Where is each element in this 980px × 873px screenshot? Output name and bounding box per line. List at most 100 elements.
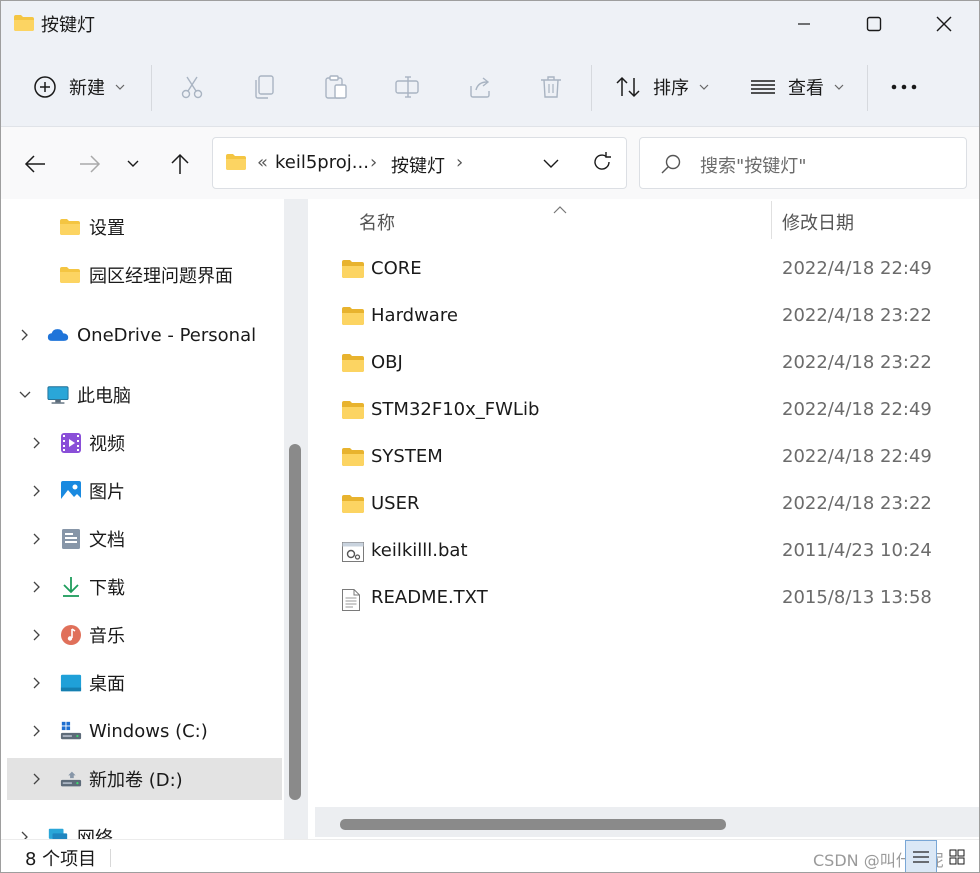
chevron-right-icon[interactable]	[29, 579, 45, 595]
nav-item-settings-folder[interactable]: 设置	[7, 206, 282, 248]
minimize-button[interactable]	[769, 1, 839, 47]
breadcrumb-item[interactable]: keil5proj...	[275, 152, 369, 173]
content-scrollbar[interactable]	[315, 807, 979, 837]
recent-locations-button[interactable]	[116, 147, 150, 181]
nav-item-videos[interactable]: 视频	[7, 422, 282, 464]
close-icon	[936, 16, 952, 32]
nav-item-documents[interactable]: 文档	[7, 518, 282, 560]
nav-label: 文档	[89, 530, 125, 551]
cut-button[interactable]	[179, 69, 205, 105]
back-button[interactable]	[18, 147, 52, 181]
chevron-down-icon[interactable]	[17, 387, 33, 403]
chevron-down-icon	[834, 84, 844, 90]
nav-item-downloads[interactable]: 下载	[7, 566, 282, 608]
network-icon	[47, 826, 69, 839]
address-bar[interactable]: « keil5proj... › 按键灯 ›	[212, 137, 627, 189]
file-row-obj[interactable]: OBJ 2022/4/18 23:22	[315, 341, 979, 388]
nav-scrollbar-thumb[interactable]	[289, 444, 301, 800]
chevron-right-icon[interactable]	[29, 627, 45, 643]
nav-item-drive-c[interactable]: Windows (C:)	[7, 710, 282, 752]
refresh-button[interactable]	[591, 151, 613, 178]
cut-icon	[181, 76, 203, 99]
file-row-hardware[interactable]: Hardware 2022/4/18 23:22	[315, 294, 979, 341]
more-options-button[interactable]	[889, 69, 919, 105]
more-icon	[891, 84, 917, 90]
paste-button[interactable]	[323, 69, 349, 105]
chevron-right-icon[interactable]	[29, 435, 45, 451]
nav-item-desktop[interactable]: 桌面	[7, 662, 282, 704]
file-row-user[interactable]: USER 2022/4/18 23:22	[315, 482, 979, 529]
nav-item-this-pc[interactable]: 此电脑	[7, 374, 282, 416]
drive-c-icon	[60, 720, 82, 742]
file-row-core[interactable]: CORE 2022/4/18 22:49	[315, 247, 979, 294]
nav-item-music[interactable]: 音乐	[7, 614, 282, 656]
file-row-keilkilll-bat[interactable]: keilkilll.bat 2011/4/23 10:24	[315, 529, 979, 576]
nav-item-drive-d[interactable]: 新加卷 (D:)	[7, 758, 282, 800]
maximize-button[interactable]	[839, 1, 909, 47]
refresh-icon	[594, 152, 611, 170]
copy-icon	[255, 75, 274, 99]
chevron-right-icon[interactable]	[29, 771, 45, 787]
up-button[interactable]	[163, 147, 197, 181]
address-history-button[interactable]	[541, 153, 561, 178]
folder-icon	[59, 264, 81, 286]
file-date: 2022/4/18 23:22	[782, 352, 932, 373]
sort-button[interactable]: 排序	[615, 69, 709, 105]
tiles-view-button[interactable]	[941, 840, 973, 872]
item-count: 8 个项目	[25, 849, 97, 870]
content-scrollbar-thumb[interactable]	[340, 819, 726, 830]
column-header-date[interactable]: 修改日期	[782, 209, 854, 235]
chevron-right-icon[interactable]	[29, 723, 45, 739]
breadcrumb-item[interactable]: 按键灯	[391, 152, 445, 178]
file-date: 2022/4/18 23:22	[782, 493, 932, 514]
search-input[interactable]: 搜索"按键灯"	[639, 137, 967, 189]
new-label: 新建	[69, 78, 105, 99]
maximize-icon	[866, 16, 882, 32]
nav-item-park-manager-folder[interactable]: 园区经理问题界面	[7, 254, 282, 296]
file-name: README.TXT	[371, 587, 488, 608]
column-header-row: 名称 修改日期	[315, 199, 979, 241]
column-divider[interactable]	[771, 201, 772, 239]
file-explorer-window: 按键灯 新建 排序 查看 « keil5proj... › 按键灯 › 搜索"按…	[0, 0, 980, 873]
details-view-icon	[913, 851, 929, 863]
delete-button[interactable]	[539, 69, 563, 105]
chevron-right-icon[interactable]	[17, 327, 33, 343]
chevron-right-icon[interactable]	[29, 531, 45, 547]
chevron-right-icon[interactable]	[17, 829, 33, 839]
details-view-button[interactable]	[905, 840, 937, 872]
nav-item-network[interactable]: 网络	[7, 816, 282, 839]
nav-label: 设置	[89, 218, 125, 239]
chevron-right-icon[interactable]	[29, 483, 45, 499]
rename-button[interactable]	[394, 69, 422, 105]
trash-icon	[541, 76, 561, 98]
window-title: 按键灯	[41, 15, 95, 36]
nav-label: 下载	[89, 578, 125, 599]
breadcrumb-separator[interactable]: ›	[370, 152, 377, 173]
view-button[interactable]: 查看	[750, 69, 844, 105]
chevron-right-icon[interactable]	[29, 675, 45, 691]
copy-button[interactable]	[252, 69, 276, 105]
file-row-system[interactable]: SYSTEM 2022/4/18 22:49	[315, 435, 979, 482]
file-name: STM32F10x_FWLib	[371, 399, 540, 420]
share-button[interactable]	[467, 69, 493, 105]
breadcrumb-overflow[interactable]: «	[257, 152, 268, 173]
nav-item-onedrive[interactable]: OneDrive - Personal	[7, 314, 282, 356]
column-header-name[interactable]: 名称	[359, 209, 395, 235]
share-icon	[470, 77, 490, 98]
file-name: keilkilll.bat	[371, 540, 468, 561]
file-date: 2022/4/18 22:49	[782, 399, 932, 420]
nav-item-pictures[interactable]: 图片	[7, 470, 282, 512]
folder-icon	[341, 306, 365, 331]
nav-label: OneDrive - Personal	[77, 324, 257, 346]
close-button[interactable]	[909, 1, 979, 47]
file-row-readme[interactable]: README.TXT 2015/8/13 13:58	[315, 576, 979, 623]
new-button[interactable]: 新建	[33, 69, 125, 105]
document-icon	[60, 528, 82, 550]
forward-button[interactable]	[73, 147, 107, 181]
file-row-stm32-fwlib[interactable]: STM32F10x_FWLib 2022/4/18 22:49	[315, 388, 979, 435]
file-date: 2022/4/18 22:49	[782, 446, 932, 467]
toolbar-divider	[591, 65, 592, 111]
sort-icon	[616, 76, 640, 98]
breadcrumb-separator[interactable]: ›	[456, 152, 463, 173]
folder-icon	[341, 400, 365, 425]
